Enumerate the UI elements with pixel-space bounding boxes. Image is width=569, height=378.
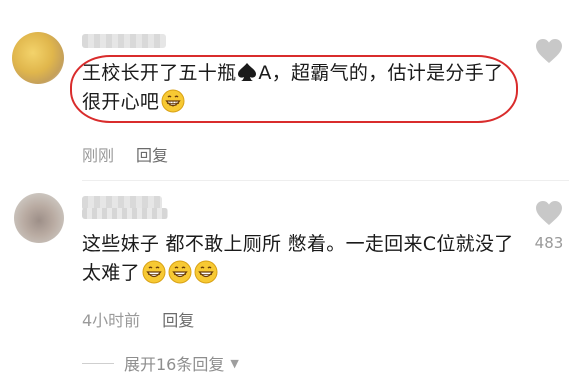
divider bbox=[82, 180, 569, 181]
heart-icon bbox=[536, 201, 562, 225]
reply-button[interactable]: 回复 bbox=[136, 146, 168, 165]
reply-button[interactable]: 回复 bbox=[162, 311, 194, 330]
grin-emoji-icon bbox=[194, 260, 218, 284]
like-button[interactable] bbox=[529, 200, 569, 230]
heart-icon bbox=[536, 39, 562, 63]
comment-time: 4小时前 bbox=[82, 311, 141, 330]
like-count: 483 bbox=[534, 234, 564, 252]
expand-divider-line bbox=[82, 362, 114, 364]
username-blurred-line bbox=[82, 208, 168, 219]
grin-emoji-icon bbox=[168, 260, 192, 284]
comment-time: 刚刚 bbox=[82, 146, 115, 165]
triangle-down-icon: ▼ bbox=[230, 356, 239, 370]
avatar[interactable] bbox=[12, 32, 64, 84]
highlight-circle-annotation bbox=[70, 55, 518, 123]
grin-emoji-icon bbox=[142, 260, 166, 284]
comment-meta: 刚刚 回复 bbox=[82, 142, 168, 166]
avatar[interactable] bbox=[14, 193, 64, 243]
username-blurred[interactable] bbox=[82, 34, 166, 48]
comment-meta: 4小时前 回复 bbox=[82, 307, 194, 331]
expand-replies-button[interactable]: 展开16条回复 ▼ bbox=[82, 351, 239, 375]
expand-replies-label: 展开16条回复 bbox=[124, 355, 225, 374]
comment-text: 这些妹子 都不敢上厕所 憋着。一走回来C位就没了 太难了 bbox=[82, 230, 522, 288]
like-button[interactable] bbox=[529, 38, 569, 68]
